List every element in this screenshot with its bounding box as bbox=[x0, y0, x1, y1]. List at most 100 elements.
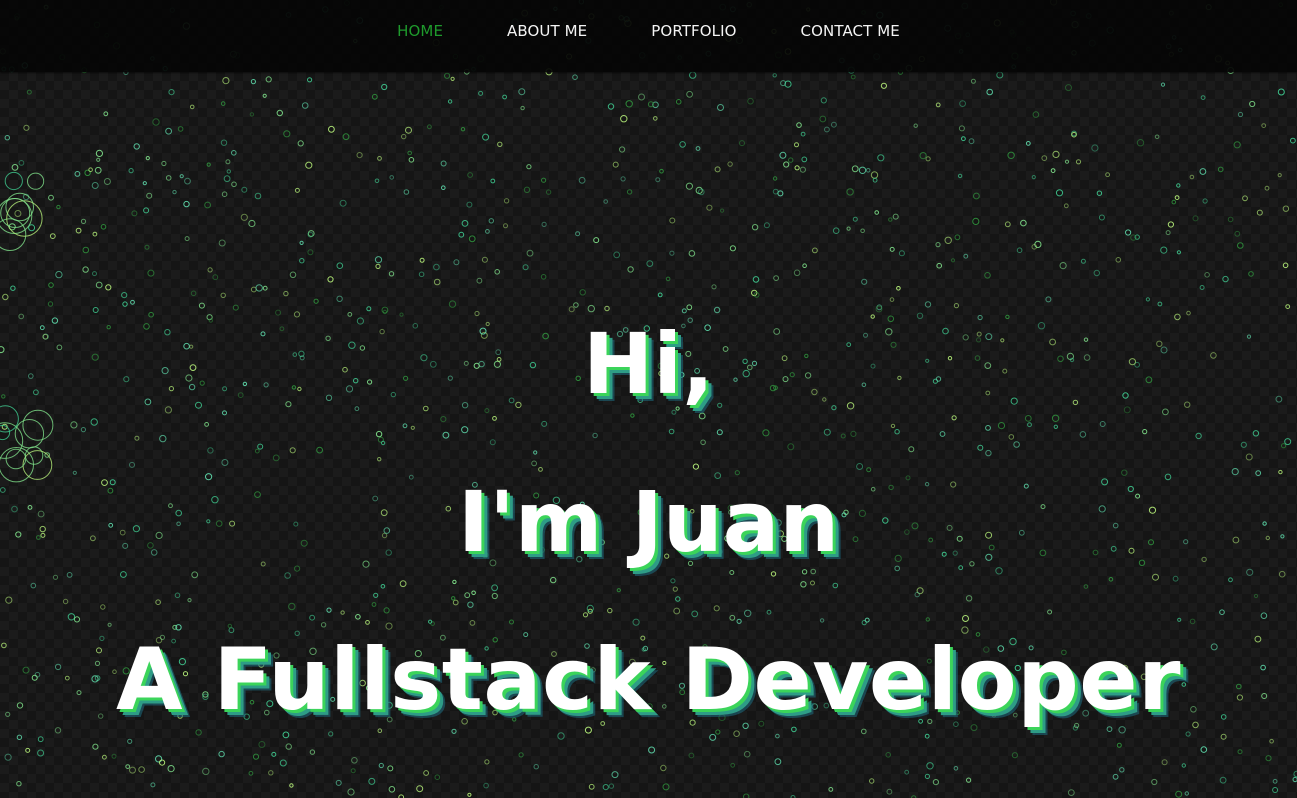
nav-link-contact-me[interactable]: CONTACT ME bbox=[801, 21, 900, 41]
particle bbox=[1052, 150, 1060, 158]
particle bbox=[177, 126, 184, 132]
particle bbox=[297, 140, 304, 147]
particle bbox=[799, 166, 807, 173]
particle bbox=[625, 100, 633, 108]
particle bbox=[1176, 250, 1182, 255]
particle bbox=[880, 82, 888, 89]
hero-role: A Fullstack Developer bbox=[115, 630, 1182, 730]
particle bbox=[679, 141, 686, 148]
particle bbox=[520, 105, 525, 111]
particle bbox=[453, 259, 460, 266]
particle bbox=[1184, 791, 1190, 796]
particle bbox=[812, 247, 818, 254]
particle bbox=[689, 71, 697, 79]
particle bbox=[1174, 195, 1180, 201]
particle bbox=[49, 233, 56, 240]
particle bbox=[222, 77, 230, 85]
particle bbox=[874, 210, 880, 215]
particle bbox=[1105, 172, 1110, 178]
particle bbox=[602, 784, 609, 791]
particle bbox=[335, 779, 342, 786]
particle bbox=[202, 767, 210, 776]
particle bbox=[375, 263, 381, 269]
particle bbox=[146, 192, 153, 199]
particle bbox=[143, 207, 150, 214]
particle bbox=[250, 79, 256, 85]
particle bbox=[593, 237, 600, 244]
particle bbox=[773, 275, 779, 282]
particle bbox=[603, 199, 609, 204]
particle bbox=[665, 276, 671, 282]
particle bbox=[984, 272, 991, 279]
particle bbox=[388, 786, 396, 793]
particle bbox=[852, 216, 858, 222]
particle bbox=[342, 133, 350, 141]
particle bbox=[218, 239, 226, 247]
particle bbox=[467, 172, 474, 178]
particle bbox=[220, 101, 226, 106]
particle bbox=[262, 93, 267, 98]
particle bbox=[381, 83, 388, 91]
particle bbox=[958, 125, 965, 132]
particle bbox=[1204, 272, 1210, 278]
particle bbox=[963, 253, 969, 259]
particle bbox=[95, 149, 104, 157]
particle bbox=[1093, 269, 1101, 277]
particle bbox=[407, 150, 413, 156]
particle bbox=[240, 213, 248, 221]
particle bbox=[168, 89, 175, 96]
nav-link-portfolio[interactable]: PORTFOLIO bbox=[651, 21, 736, 41]
particle bbox=[1064, 159, 1070, 164]
particle bbox=[828, 787, 834, 792]
particle bbox=[1154, 134, 1160, 140]
particle bbox=[94, 166, 102, 174]
particle bbox=[820, 97, 827, 104]
particle bbox=[461, 220, 469, 227]
particle bbox=[131, 210, 138, 217]
particle bbox=[327, 276, 334, 283]
particle bbox=[14, 210, 22, 217]
particle bbox=[161, 160, 167, 167]
particle bbox=[1227, 216, 1234, 223]
particle bbox=[653, 116, 658, 121]
particle bbox=[283, 130, 291, 138]
particle bbox=[779, 151, 787, 159]
particle bbox=[167, 765, 175, 773]
particle bbox=[669, 250, 675, 256]
particle bbox=[221, 191, 228, 197]
particle bbox=[727, 161, 733, 167]
particle bbox=[249, 112, 255, 117]
nav-link-about-me[interactable]: ABOUT ME bbox=[507, 21, 587, 41]
particle bbox=[972, 217, 980, 225]
particle bbox=[870, 171, 879, 179]
particle bbox=[1080, 258, 1086, 264]
particle bbox=[1217, 166, 1224, 173]
particle bbox=[950, 258, 956, 263]
particle bbox=[1125, 229, 1132, 236]
particle bbox=[932, 779, 940, 786]
particle bbox=[75, 227, 82, 234]
particle bbox=[523, 186, 531, 194]
particle bbox=[279, 759, 287, 767]
top-navbar: HOME ABOUT ME PORTFOLIO CONTACT ME bbox=[0, 0, 1297, 72]
particle bbox=[74, 171, 81, 177]
particle bbox=[241, 186, 248, 193]
particle bbox=[1031, 175, 1036, 180]
particle bbox=[1161, 759, 1168, 766]
particle bbox=[541, 177, 547, 183]
particle bbox=[128, 168, 134, 174]
particle bbox=[96, 157, 101, 162]
nav-link-home[interactable]: HOME bbox=[397, 21, 443, 41]
particle bbox=[418, 271, 425, 278]
particle bbox=[294, 187, 300, 193]
particle bbox=[518, 88, 526, 96]
particle bbox=[655, 177, 661, 183]
particle bbox=[478, 90, 484, 96]
particle bbox=[913, 123, 918, 128]
hero-heading: Hi, I'm Juan A Fullstack Developer bbox=[0, 285, 1297, 759]
particle bbox=[4, 135, 11, 141]
particle bbox=[892, 213, 899, 220]
particle bbox=[1160, 246, 1168, 254]
particle bbox=[179, 174, 184, 179]
particle bbox=[793, 269, 801, 277]
